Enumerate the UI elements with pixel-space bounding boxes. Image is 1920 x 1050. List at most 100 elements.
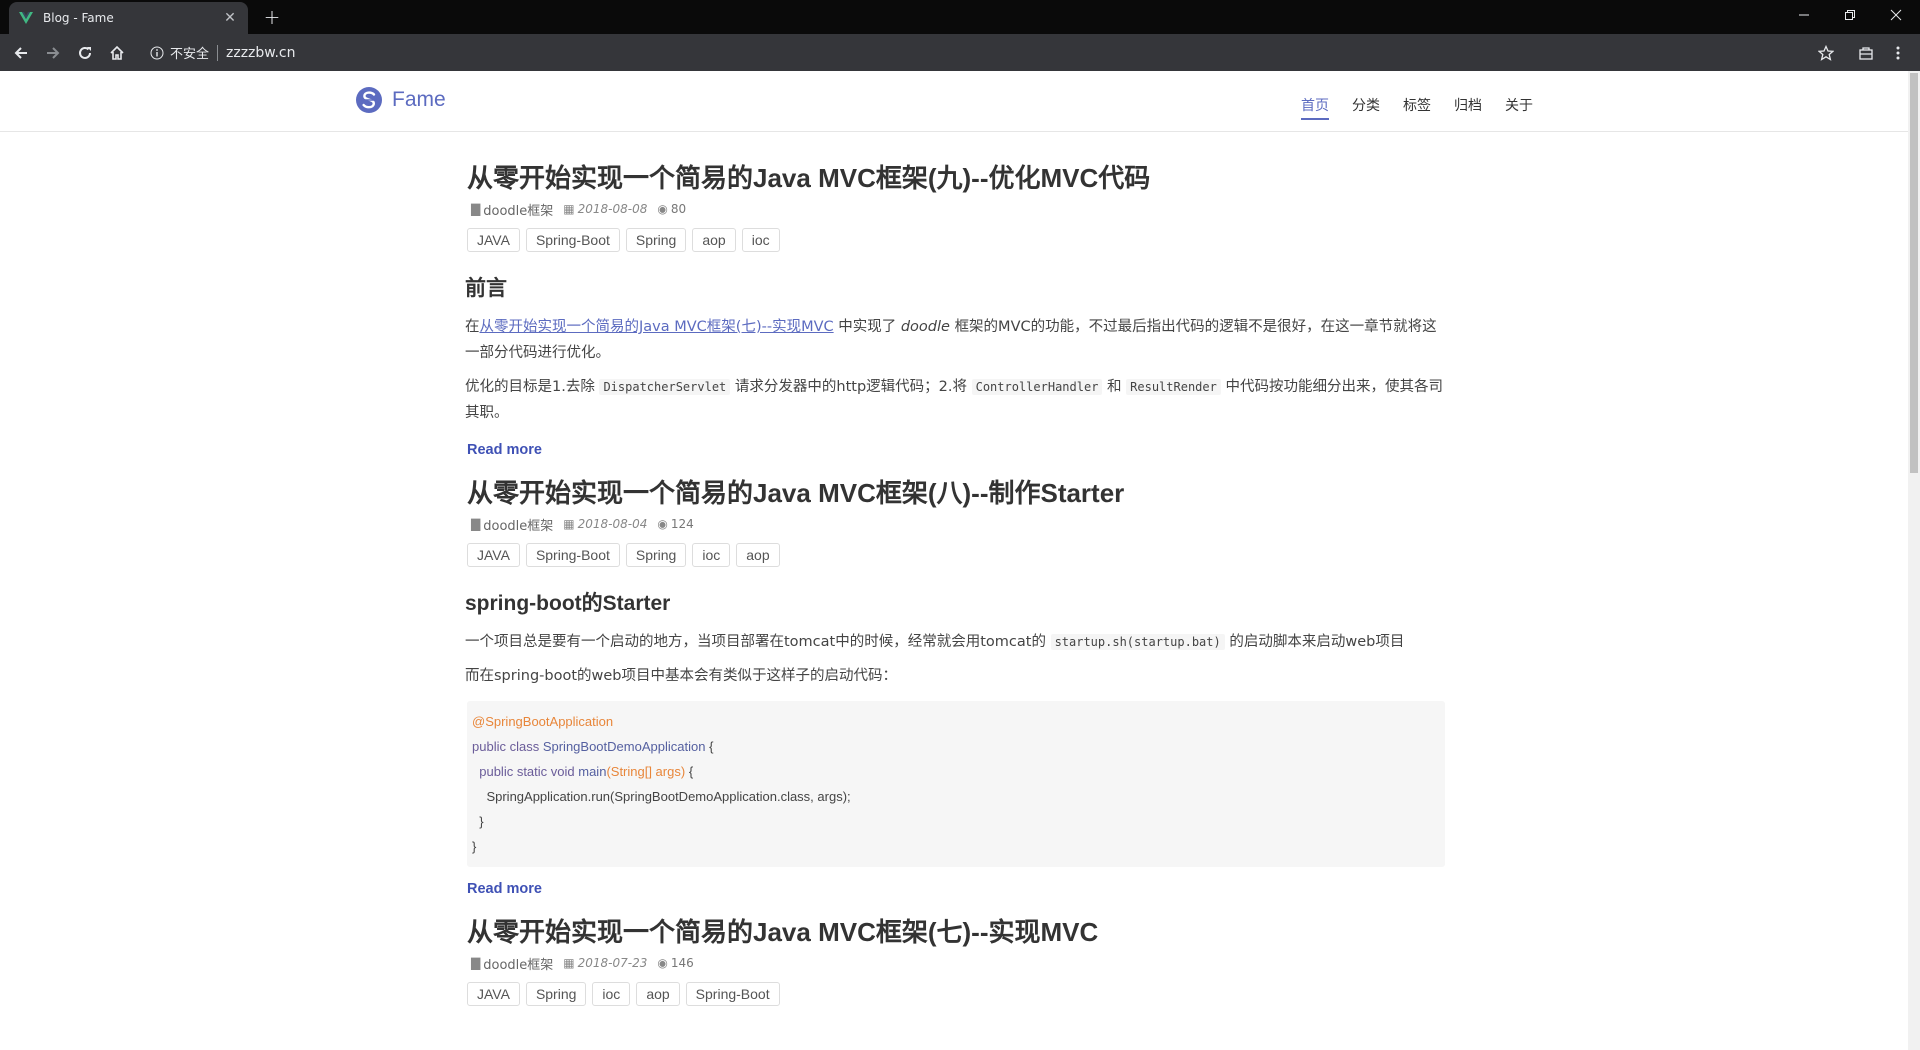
post-title[interactable]: 从零开始实现一个简易的Java MVC框架(七)--实现MVC <box>467 915 1445 949</box>
code-statement: SpringApplication.run(SpringBootDemoAppl… <box>486 789 851 804</box>
post-excerpt: 优化的目标是1.去除 DispatcherServlet 请求分发器中的http… <box>465 374 1445 426</box>
date-label: 2018-08-08 <box>577 202 648 216</box>
post-category[interactable]: ▇ doodle框架 <box>471 954 553 973</box>
page-viewport: Fame 首页 分类 标签 归档 关于 从零开始实现一个简易的Java MVC框… <box>0 71 1908 1050</box>
extension-button[interactable] <box>1854 41 1878 65</box>
extension-icon <box>1859 47 1873 60</box>
previous-post-link[interactable]: 从零开始实现一个简易的Java MVC框架(七)--实现MVC <box>480 319 834 335</box>
post-date: ▦ 2018-07-23 <box>563 956 647 970</box>
omnibox-divider <box>217 44 219 61</box>
close-window-button[interactable] <box>1873 0 1919 30</box>
close-window-icon <box>1890 9 1902 21</box>
minimize-button[interactable] <box>1781 0 1827 30</box>
code-method-name: main <box>578 764 607 779</box>
site-name: Fame <box>392 88 446 111</box>
minimize-icon <box>1799 14 1809 16</box>
tag-chip[interactable]: aop <box>736 543 780 567</box>
post-category[interactable]: ▇ doodle框架 <box>471 200 553 219</box>
tag-chip[interactable]: Spring-Boot <box>685 982 780 1006</box>
excerpt-text: 一个项目总是要有一个启动的地方，当项目部署在tomcat中的时候，经常就会用to… <box>465 634 1046 650</box>
nav-home[interactable]: 首页 <box>1301 95 1329 120</box>
read-more-link[interactable]: Read more <box>467 881 542 897</box>
post-section-heading: spring-boot的Starter <box>465 592 671 615</box>
excerpt-text: 和 <box>1107 379 1122 395</box>
code-class-name: SpringBootDemoApplication <box>542 739 706 754</box>
tag-chip[interactable]: Spring <box>625 543 687 567</box>
page-scrollbar[interactable] <box>1908 71 1920 1050</box>
star-icon <box>1818 45 1834 61</box>
post-excerpt: 而在spring-boot的web项目中基本会有类似于这样子的启动代码： <box>465 668 897 684</box>
inline-code: ControllerHandler <box>971 379 1103 395</box>
code-keyword: public class <box>472 739 540 754</box>
reload-button[interactable] <box>72 40 98 66</box>
calendar-icon: ▦ <box>563 956 575 970</box>
tag-chip[interactable]: ioc <box>592 982 631 1006</box>
url-text: zzzzbw.cn <box>226 44 296 61</box>
post-tags: JAVA Spring-Boot Spring aop ioc <box>467 228 1445 252</box>
views-count: 80 <box>670 202 687 216</box>
post-views: ◉ 124 <box>657 517 693 531</box>
nav-about[interactable]: 关于 <box>1505 95 1533 120</box>
tag-chip[interactable]: JAVA <box>467 982 520 1006</box>
reload-icon <box>79 46 91 59</box>
post-card: 从零开始实现一个简易的Java MVC框架(九)--优化MVC代码 ▇ dood… <box>465 161 1445 458</box>
calendar-icon: ▦ <box>563 202 575 216</box>
site-nav: 首页 分类 标签 归档 关于 <box>1301 95 1556 120</box>
menu-button[interactable] <box>1886 41 1910 65</box>
excerpt-text: 的启动脚本来启动web项目 <box>1229 634 1405 650</box>
tab-title: Blog - Fame <box>43 11 114 25</box>
bookmark-button[interactable] <box>1814 41 1838 65</box>
tab-close-icon[interactable]: ✕ <box>222 10 238 26</box>
excerpt-text: 请求分发器中的http逻辑代码；2.将 <box>734 379 967 395</box>
post-meta: ▇ doodle框架 ▦ 2018-07-23 ◉ 146 <box>471 953 1445 973</box>
tag-chip[interactable]: Spring-Boot <box>525 228 620 252</box>
tag-chip[interactable]: JAVA <box>467 228 520 252</box>
tag-chip[interactable]: JAVA <box>467 543 520 567</box>
tag-chip[interactable]: Spring <box>625 228 687 252</box>
site-brand[interactable]: Fame <box>355 86 446 114</box>
code-annotation: @SpringBootApplication <box>472 714 614 729</box>
tag-chip[interactable]: aop <box>692 228 736 252</box>
forward-arrow-icon <box>47 47 60 59</box>
views-count: 146 <box>670 956 694 970</box>
views-count: 124 <box>670 517 694 531</box>
tag-chip[interactable]: Spring <box>525 982 587 1006</box>
post-meta: ▇ doodle框架 ▦ 2018-08-04 ◉ 124 <box>471 514 1445 534</box>
eye-icon: ◉ <box>657 202 668 216</box>
post-tags: JAVA Spring ioc aop Spring-Boot <box>467 982 1445 1006</box>
fame-logo-icon <box>356 87 382 113</box>
address-bar[interactable]: 不安全 zzzzbw.cn <box>140 38 1780 67</box>
tag-chip[interactable]: ioc <box>692 543 731 567</box>
nav-tags[interactable]: 标签 <box>1403 95 1431 120</box>
read-more-link[interactable]: Read more <box>467 442 542 458</box>
post-category[interactable]: ▇ doodle框架 <box>471 515 553 534</box>
code-params: (String[] args) <box>606 764 686 779</box>
post-title[interactable]: 从零开始实现一个简易的Java MVC框架(八)--制作Starter <box>467 476 1445 510</box>
new-tab-button[interactable]: + <box>260 6 284 28</box>
restore-button[interactable] <box>1827 0 1873 30</box>
folder-icon: ▇ <box>471 202 481 216</box>
nav-archives[interactable]: 归档 <box>1454 95 1482 120</box>
post-excerpt: 一个项目总是要有一个启动的地方，当项目部署在tomcat中的时候，经常就会用to… <box>465 629 1445 655</box>
back-button[interactable] <box>8 40 34 66</box>
post-excerpt: 在从零开始实现一个简易的Java MVC框架(七)--实现MVC 中实现了 do… <box>465 314 1445 366</box>
tag-chip[interactable]: aop <box>636 982 680 1006</box>
tag-chip[interactable]: Spring-Boot <box>525 543 620 567</box>
excerpt-text: 中实现了 <box>838 319 897 335</box>
forward-button[interactable] <box>40 40 66 66</box>
post-views: ◉ 146 <box>657 956 693 970</box>
nav-categories[interactable]: 分类 <box>1352 95 1380 120</box>
category-label: doodle框架 <box>483 518 554 534</box>
info-icon[interactable] <box>150 46 164 60</box>
inline-code: startup.sh(startup.bat) <box>1050 634 1225 650</box>
post-section-heading: 前言 <box>465 277 507 300</box>
tag-chip[interactable]: ioc <box>741 228 780 252</box>
post-date: ▦ 2018-08-08 <box>563 202 647 216</box>
scrollbar-thumb[interactable] <box>1910 73 1918 473</box>
code-block: @SpringBootApplication public class Spri… <box>467 701 1445 867</box>
post-views: ◉ 80 <box>657 202 686 216</box>
home-button[interactable] <box>104 40 130 66</box>
post-title[interactable]: 从零开始实现一个简易的Java MVC框架(九)--优化MVC代码 <box>467 161 1445 195</box>
browser-tab[interactable]: Blog - Fame ✕ <box>9 2 248 34</box>
site-header: Fame 首页 分类 标签 归档 关于 <box>0 71 1908 132</box>
